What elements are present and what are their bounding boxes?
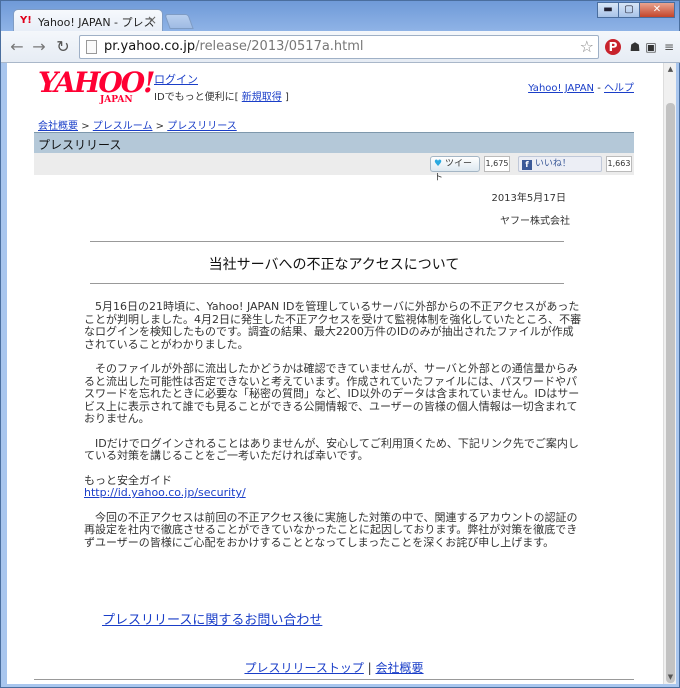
scroll-down-arrow-icon[interactable]: ▼ bbox=[664, 671, 677, 684]
contact-area: プレスリリースに関するお問い合わせ bbox=[102, 609, 322, 628]
login-suffix: ] bbox=[284, 92, 289, 103]
paragraph-3: IDだけでログインされることはありませんが、安心してご利用頂くため、下記リンク先… bbox=[84, 436, 582, 463]
signup-link[interactable]: 新規取得 bbox=[242, 92, 282, 103]
article-title: 当社サーバへの不正なアクセスについて bbox=[208, 257, 460, 273]
logo-text: YAHOO! bbox=[38, 66, 155, 99]
menu-icon[interactable]: ≡ bbox=[661, 39, 677, 55]
paragraph-2: そのファイルが外部に流出したかどうかは確認できていませんが、サーバと外部との通信… bbox=[84, 362, 582, 426]
logo-subtext: JAPAN bbox=[100, 95, 133, 105]
url-text[interactable]: pr.yahoo.co.jp/release/2013/0517a.html bbox=[104, 39, 364, 54]
security-guide-link[interactable]: http://id.yahoo.co.jp/security/ bbox=[84, 486, 246, 499]
browser-window: Y! Yahoo! JAPAN - プレス × ▬ ▢ ✕ ← → ↻ pr.y… bbox=[0, 0, 680, 688]
footer-divider bbox=[34, 679, 634, 680]
twitter-bird-icon: ♥ bbox=[434, 159, 443, 169]
title-divider-top bbox=[90, 241, 564, 242]
footer-sep: | bbox=[363, 661, 376, 675]
login-subtext: IDでもっと便利に[ 新規取得 ] bbox=[154, 88, 289, 103]
company-name: ヤフー株式会社 bbox=[500, 216, 570, 227]
address-bar[interactable]: pr.yahoo.co.jp/release/2013/0517a.html ☆ bbox=[79, 35, 599, 59]
article-body: 5月16日の21時頃に、Yahoo! JAPAN IDを管理しているサーバに外部… bbox=[84, 300, 582, 561]
like-count: 1,663 bbox=[606, 156, 632, 172]
footer-links: プレスリリーストップ | 会社概要 bbox=[34, 659, 634, 676]
reload-icon[interactable]: ↻ bbox=[53, 37, 73, 57]
breadcrumb-pressrelease[interactable]: プレスリリース bbox=[167, 121, 237, 132]
extension-icon[interactable]: ☗ bbox=[627, 39, 643, 55]
yahoo-japan-link[interactable]: Yahoo! JAPAN bbox=[528, 83, 594, 94]
back-arrow-icon[interactable]: ← bbox=[7, 37, 27, 57]
breadcrumb: 会社概要 > プレスルーム > プレスリリース bbox=[38, 117, 237, 132]
paragraph-4-text: 今回の不正アクセスは前回の不正アクセス後に実施した対策の中で、関連するアカウント… bbox=[84, 510, 578, 549]
title-bar: Y! Yahoo! JAPAN - プレス × ▬ ▢ ✕ bbox=[1, 1, 680, 31]
paragraph-2-text: そのファイルが外部に流出したかどうかは確認できていませんが、サーバと外部との通信… bbox=[84, 362, 580, 425]
guide-label: もっと安全ガイド bbox=[84, 473, 172, 487]
release-date: 2013年5月17日 bbox=[491, 193, 566, 204]
breadcrumb-pressroom[interactable]: プレスルーム bbox=[93, 121, 153, 132]
paragraph-1-text: 5月16日の21時頃に、Yahoo! JAPAN IDを管理しているサーバに外部… bbox=[84, 300, 582, 351]
browser-toolbar: ← → ↻ pr.yahoo.co.jp/release/2013/0517a.… bbox=[1, 31, 680, 63]
breadcrumb-sep: > bbox=[155, 121, 165, 132]
tweet-count: 1,675 bbox=[484, 156, 510, 172]
press-contact-link[interactable]: プレスリリースに関するお問い合わせ bbox=[102, 613, 322, 628]
paragraph-1: 5月16日の21時頃に、Yahoo! JAPAN IDを管理しているサーバに外部… bbox=[84, 300, 582, 351]
bookmark-star-icon[interactable]: ☆ bbox=[580, 37, 594, 56]
paragraph-3-text: IDだけでログインされることはありませんが、安心してご利用頂くため、下記リンク先… bbox=[84, 436, 579, 462]
minimize-button[interactable]: ▬ bbox=[597, 2, 619, 18]
extension-2-icon[interactable]: ▣ bbox=[643, 39, 659, 55]
yahoo-favicon-icon: Y! bbox=[20, 15, 32, 26]
breadcrumb-sep: > bbox=[81, 121, 90, 132]
page-icon bbox=[86, 40, 97, 54]
footer-press-top-link[interactable]: プレスリリーストップ bbox=[244, 661, 363, 675]
section-title-bar: プレスリリース bbox=[34, 132, 634, 153]
pinterest-icon[interactable]: P bbox=[605, 39, 621, 55]
maximize-button[interactable]: ▢ bbox=[618, 2, 640, 18]
breadcrumb-company[interactable]: 会社概要 bbox=[38, 121, 78, 132]
footer-company-link[interactable]: 会社概要 bbox=[376, 661, 424, 675]
page-viewport: YAHOO! JAPAN ログイン IDでもっと便利に[ 新規取得 ] Yaho… bbox=[7, 63, 663, 684]
url-host: pr.yahoo.co.jp bbox=[104, 39, 196, 54]
new-tab-button[interactable] bbox=[164, 14, 194, 29]
login-link[interactable]: ログイン bbox=[154, 73, 198, 86]
forward-arrow-icon[interactable]: → bbox=[29, 37, 49, 57]
close-window-button[interactable]: ✕ bbox=[639, 2, 675, 18]
url-path: /release/2013/0517a.html bbox=[195, 39, 364, 54]
scroll-up-arrow-icon[interactable]: ▲ bbox=[664, 63, 677, 76]
vertical-scrollbar[interactable]: ▲ ▼ bbox=[663, 63, 676, 684]
top-links: Yahoo! JAPAN - ヘルプ bbox=[528, 79, 634, 94]
like-label: いいね！ bbox=[534, 159, 571, 169]
tweet-button[interactable]: ♥ ツイート bbox=[430, 156, 480, 183]
window-controls: ▬ ▢ ✕ bbox=[597, 2, 675, 18]
title-divider-bottom bbox=[90, 283, 564, 284]
yahoo-japan-logo[interactable]: YAHOO! JAPAN bbox=[38, 66, 155, 106]
help-link[interactable]: ヘルプ bbox=[604, 83, 634, 94]
login-prefix: IDでもっと便利に[ bbox=[154, 92, 239, 103]
login-area: ログイン IDでもっと便利に[ 新規取得 ] bbox=[154, 71, 289, 103]
tab-close-icon[interactable]: × bbox=[147, 13, 157, 27]
paragraph-4: 今回の不正アクセスは前回の不正アクセス後に実施した対策の中で、関連するアカウント… bbox=[84, 510, 582, 550]
tab-title: Yahoo! JAPAN - プレス bbox=[38, 16, 155, 29]
browser-tab[interactable]: Y! Yahoo! JAPAN - プレス × bbox=[13, 9, 163, 31]
facebook-like-button[interactable]: f いいね！ bbox=[518, 156, 602, 172]
facebook-icon: f bbox=[522, 160, 532, 170]
top-links-separator: - bbox=[594, 83, 604, 94]
scrollbar-thumb[interactable] bbox=[666, 103, 675, 683]
guide-block: もっと安全ガイド http://id.yahoo.co.jp/security/ bbox=[84, 473, 582, 500]
social-bar: ♥ ツイート 1,675 f いいね！ 1,663 bbox=[34, 153, 634, 183]
